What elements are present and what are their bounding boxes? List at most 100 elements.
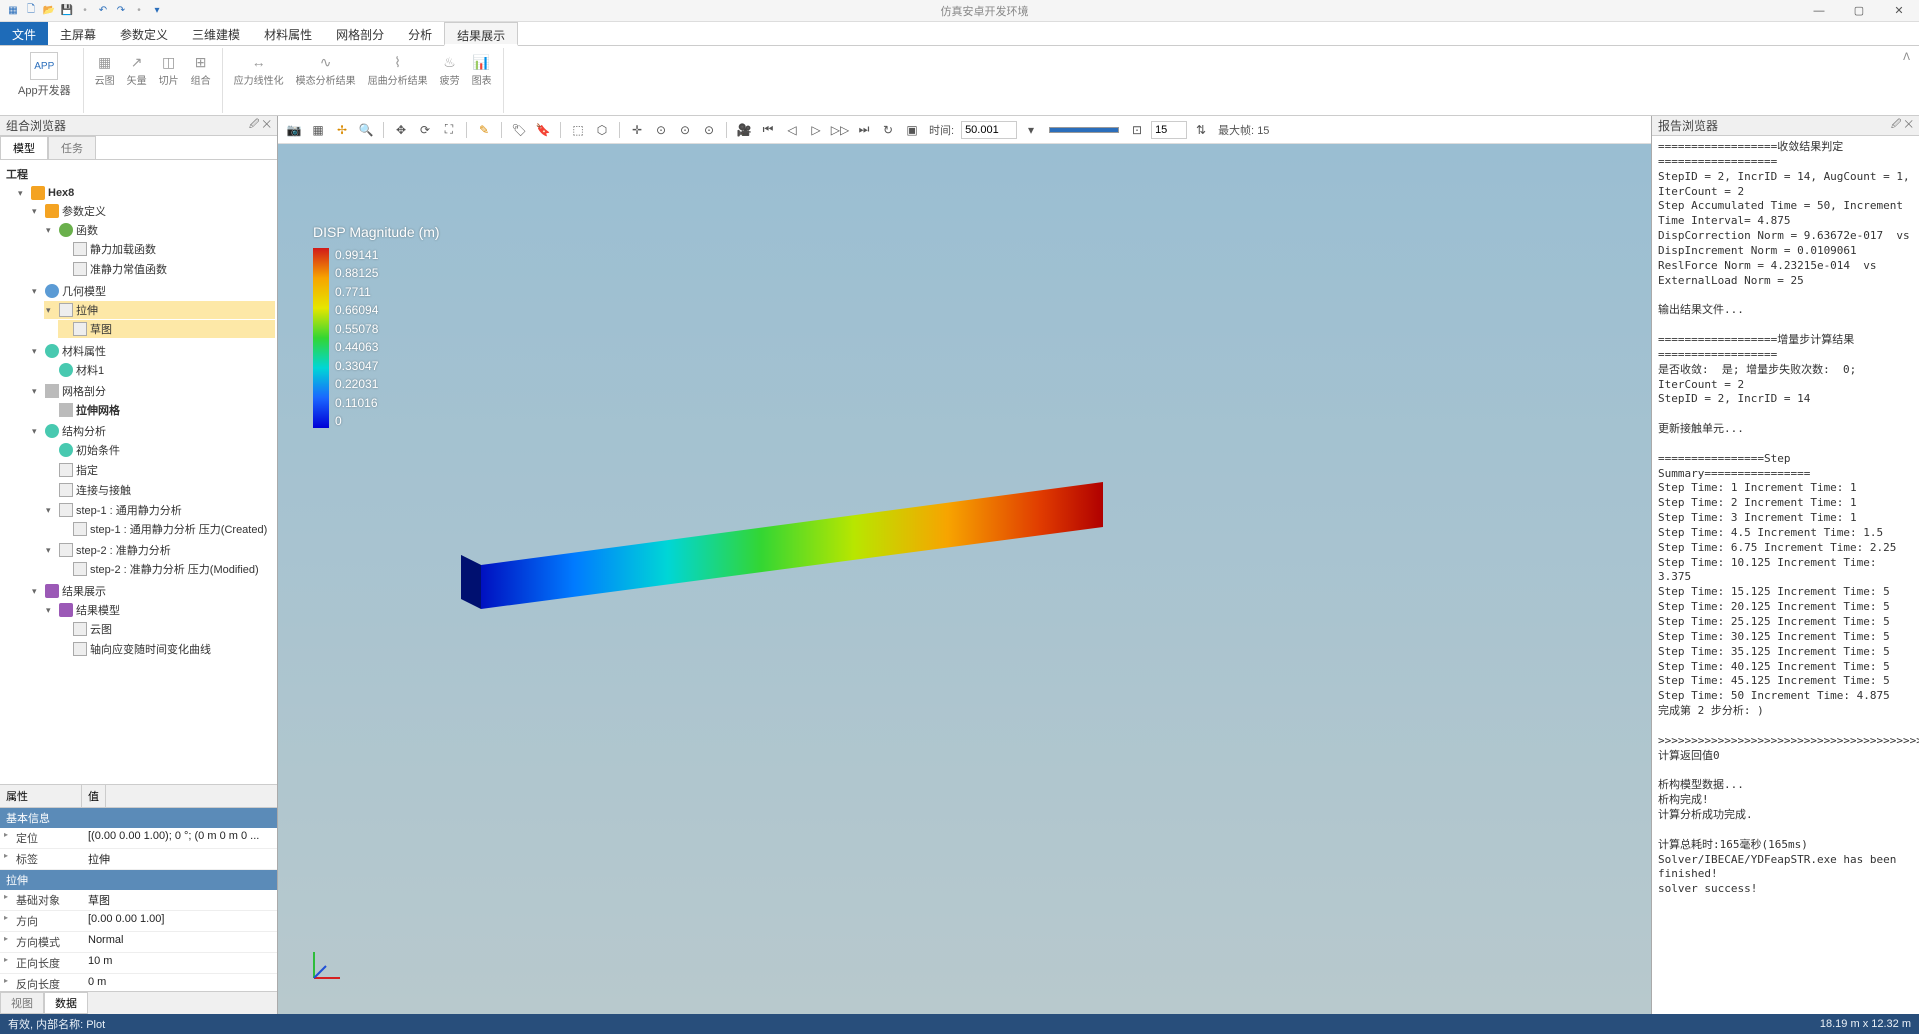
tab-analysis[interactable]: 分析	[396, 22, 444, 45]
ribbon-collapse-button[interactable]: ᐱ	[1900, 48, 1913, 65]
tree-item[interactable]: 草图	[58, 320, 275, 338]
tree-toggle-icon[interactable]: ▾	[18, 188, 28, 199]
time-dropdown-icon[interactable]: ▾	[1021, 120, 1041, 140]
maximize-button[interactable]: ▢	[1839, 0, 1879, 22]
open-icon[interactable]: 📂	[42, 4, 56, 18]
fit-icon[interactable]: ⛶	[439, 120, 459, 140]
props-value[interactable]: 10 m	[82, 953, 277, 973]
pan-icon[interactable]: ✥	[391, 120, 411, 140]
tree-item[interactable]: 云图	[58, 620, 275, 638]
props-section-header[interactable]: 拉伸	[0, 870, 277, 890]
select-rect-icon[interactable]: ⬚	[568, 120, 588, 140]
loop-icon[interactable]: ↻	[878, 120, 898, 140]
slice-button[interactable]: ◫切片	[156, 50, 182, 89]
chart-button[interactable]: 📊图表	[469, 50, 495, 89]
tab-results[interactable]: 结果展示	[444, 22, 518, 46]
last-frame-icon[interactable]: ⏭	[854, 120, 874, 140]
props-value[interactable]: [(0.00 0.00 1.00); 0 °; (0 m 0 m 0 ...	[82, 828, 277, 848]
close-button[interactable]: ✕	[1879, 0, 1919, 22]
save-icon[interactable]: 💾	[60, 4, 74, 18]
tree-item[interactable]: 准静力常值函数	[58, 260, 275, 278]
props-row[interactable]: 方向[0.00 0.00 1.00]	[0, 911, 277, 932]
tree-item[interactable]: 初始条件	[44, 441, 275, 459]
tree-item[interactable]: step-1 : 通用静力分析 压力(Created)	[58, 520, 275, 538]
play-icon[interactable]: ▷	[806, 120, 826, 140]
tree-toggle-icon[interactable]: ▾	[32, 346, 42, 357]
tree-item[interactable]: 静力加载函数	[58, 240, 275, 258]
props-value[interactable]: 拉伸	[82, 849, 277, 869]
props-row[interactable]: 标签拉伸	[0, 849, 277, 870]
tree-item[interactable]: 材料1	[44, 361, 275, 379]
tab-mesh[interactable]: 网格剖分	[324, 22, 396, 45]
props-row[interactable]: 正向长度10 m	[0, 953, 277, 974]
contour-button[interactable]: ▦云图	[92, 50, 118, 89]
props-value[interactable]: 草图	[82, 890, 277, 910]
view-xy-icon[interactable]: ⊙	[651, 120, 671, 140]
tree-item[interactable]: ▾step-1 : 通用静力分析	[44, 501, 275, 519]
new-icon[interactable]: 🗋	[24, 4, 38, 18]
props-value[interactable]: [0.00 0.00 1.00]	[82, 911, 277, 931]
tree-item[interactable]: ▾结果模型	[44, 601, 275, 619]
next-frame-icon[interactable]: ▷▷	[830, 120, 850, 140]
model-tree[interactable]: 工程 ▾Hex8▾参数定义▾函数静力加载函数准静力常值函数▾几何模型▾拉伸草图▾…	[0, 160, 277, 784]
tree-toggle-icon[interactable]: ▾	[32, 386, 42, 397]
tab-task[interactable]: 任务	[48, 136, 96, 159]
tag-icon[interactable]: 🔖	[533, 120, 553, 140]
modal-button[interactable]: ∿模态分析结果	[293, 50, 359, 89]
tree-item[interactable]: ▾结构分析	[30, 422, 275, 440]
axis-icon[interactable]: ✛	[627, 120, 647, 140]
tree-toggle-icon[interactable]: ▾	[46, 605, 56, 616]
tree-item[interactable]: 连接与接触	[44, 481, 275, 499]
frame-stepper-icon[interactable]: ⇅	[1191, 120, 1211, 140]
select-poly-icon[interactable]: ⬡	[592, 120, 612, 140]
app-developer-button[interactable]: APP App开发器	[14, 50, 75, 100]
tree-toggle-icon[interactable]: ▾	[32, 586, 42, 597]
tree-item[interactable]: step-2 : 准静力分析 压力(Modified)	[58, 560, 275, 578]
tree-toggle-icon[interactable]: ▾	[46, 305, 56, 316]
tree-item[interactable]: ▾结果展示	[30, 582, 275, 600]
props-row[interactable]: 定位[(0.00 0.00 1.00); 0 °; (0 m 0 m 0 ...	[0, 828, 277, 849]
tree-toggle-icon[interactable]: ▾	[46, 505, 56, 516]
tree-item[interactable]: ▾参数定义	[30, 202, 275, 220]
annotate-icon[interactable]: 🏷	[509, 120, 529, 140]
tree-toggle-icon[interactable]: ▾	[46, 545, 56, 556]
tree-item[interactable]: ▾step-2 : 准静力分析	[44, 541, 275, 559]
combine-button[interactable]: ⊞组合	[188, 50, 214, 89]
tree-item[interactable]: ▾材料属性	[30, 342, 275, 360]
tree-toggle-icon[interactable]: ▾	[32, 286, 42, 297]
highlight-icon[interactable]: ✎	[474, 120, 494, 140]
tab-view[interactable]: 视图	[0, 992, 44, 1014]
buckling-button[interactable]: ⌇屈曲分析结果	[365, 50, 431, 89]
props-row[interactable]: 基础对象草图	[0, 890, 277, 911]
props-value[interactable]: Normal	[82, 932, 277, 952]
stop-icon[interactable]: ▣	[902, 120, 922, 140]
viewport[interactable]: DISP Magnitude (m) 0.991410.881250.77110…	[278, 144, 1651, 1014]
frame-input[interactable]	[1151, 121, 1187, 139]
dropdown-icon[interactable]: ▾	[150, 4, 164, 18]
undo-icon[interactable]: ↶	[96, 4, 110, 18]
panel-controls[interactable]: 🖉 ✕	[249, 117, 271, 134]
view-xz-icon[interactable]: ⊙	[675, 120, 695, 140]
tab-material[interactable]: 材料属性	[252, 22, 324, 45]
props-section-header[interactable]: 基本信息	[0, 808, 277, 828]
tab-3dmodel[interactable]: 三维建模	[180, 22, 252, 45]
tree-item[interactable]: 拉伸网格	[44, 401, 275, 419]
minimize-button[interactable]: —	[1799, 0, 1839, 22]
time-slider[interactable]	[1049, 127, 1119, 133]
vector-button[interactable]: ↗矢量	[124, 50, 150, 89]
report-body[interactable]: ==================收敛结果判定================…	[1652, 136, 1919, 1014]
expand-icon[interactable]: ⊡	[1127, 120, 1147, 140]
props-row[interactable]: 方向模式Normal	[0, 932, 277, 953]
rotate-icon[interactable]: ⟳	[415, 120, 435, 140]
pick-icon[interactable]: ✢	[332, 120, 352, 140]
tab-file[interactable]: 文件	[0, 22, 48, 45]
tab-params[interactable]: 参数定义	[108, 22, 180, 45]
zoom-icon[interactable]: 🔍	[356, 120, 376, 140]
tree-item[interactable]: ▾几何模型	[30, 282, 275, 300]
redo-icon[interactable]: ↷	[114, 4, 128, 18]
tree-toggle-icon[interactable]: ▾	[46, 225, 56, 236]
prev-frame-icon[interactable]: ◁	[782, 120, 802, 140]
tree-item[interactable]: ▾Hex8	[16, 185, 275, 201]
fatigue-button[interactable]: ♨疲劳	[437, 50, 463, 89]
tree-item[interactable]: ▾函数	[44, 221, 275, 239]
